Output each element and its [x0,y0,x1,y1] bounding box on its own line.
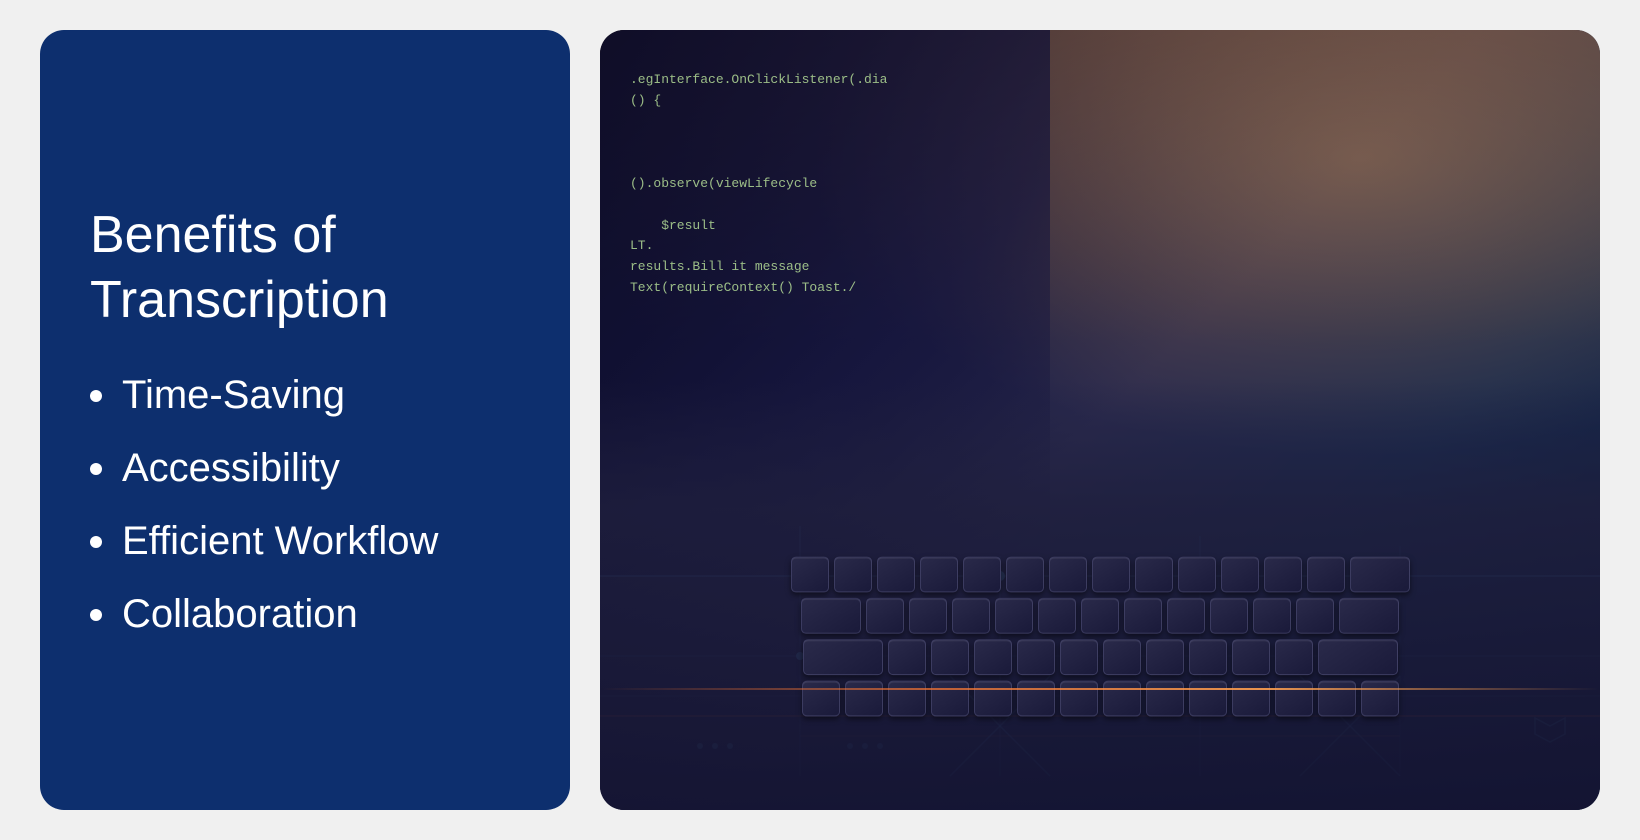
key [1361,681,1399,717]
key [1060,681,1098,717]
main-title: Benefits of Transcription [90,203,520,333]
key [974,639,1012,675]
key [1221,557,1259,593]
key [1135,557,1173,593]
key [1318,681,1356,717]
title-line-1: Benefits of [90,206,336,264]
benefit-label-1: Time-Saving [122,373,345,418]
key [1264,557,1302,593]
key [877,557,915,593]
key [1017,681,1055,717]
key [1124,598,1162,634]
list-item-time-saving: Time-Saving [90,373,520,418]
key [1103,639,1141,675]
benefit-label-2: Accessibility [122,446,340,491]
key [974,681,1012,717]
key [1103,681,1141,717]
key [1081,598,1119,634]
key [845,681,883,717]
key [1350,557,1410,593]
key [909,598,947,634]
key [920,557,958,593]
key [1275,681,1313,717]
key [931,681,969,717]
key-row-2 [680,598,1520,634]
benefit-label-4: Collaboration [122,592,358,637]
key [1339,598,1399,634]
key [1146,639,1184,675]
key-row-3 [680,639,1520,675]
key [1253,598,1291,634]
list-item-accessibility: Accessibility [90,446,520,491]
key [1178,557,1216,593]
key [803,639,883,675]
key [1189,639,1227,675]
bullet-dot-4 [90,609,102,621]
key-row-1 [680,557,1520,593]
key [1232,639,1270,675]
key [1318,639,1398,675]
key [1060,639,1098,675]
key [1189,681,1227,717]
benefit-label-3: Efficient Workflow [122,519,438,564]
key [931,639,969,675]
key [888,681,926,717]
left-panel: Benefits of Transcription Time-Saving Ac… [40,30,570,810]
bullet-dot-1 [90,390,102,402]
key [802,681,840,717]
key [1232,681,1270,717]
key [888,639,926,675]
keyboard-grid [680,557,1520,764]
key [791,557,829,593]
key-row-4 [680,681,1520,717]
key [1167,598,1205,634]
orange-accent-line [600,688,1600,690]
key [1307,557,1345,593]
key [1275,639,1313,675]
key [1038,598,1076,634]
tech-background: .egInterface.OnClickListener(.dia () { (… [600,30,1600,810]
key [952,598,990,634]
key [1296,598,1334,634]
key [834,557,872,593]
key [995,598,1033,634]
main-container: Benefits of Transcription Time-Saving Ac… [40,30,1600,810]
key [963,557,1001,593]
key [1049,557,1087,593]
bullet-dot-3 [90,536,102,548]
right-panel: .egInterface.OnClickListener(.dia () { (… [600,30,1600,810]
benefits-list: Time-Saving Accessibility Efficient Work… [90,373,520,637]
key [1092,557,1130,593]
title-line-2: Transcription [90,271,389,329]
code-text: .egInterface.OnClickListener(.dia () { (… [630,70,887,299]
key [866,598,904,634]
key [801,598,861,634]
key [1146,681,1184,717]
key [1210,598,1248,634]
list-item-collaboration: Collaboration [90,592,520,637]
key [1006,557,1044,593]
bullet-dot-2 [90,463,102,475]
list-item-efficient-workflow: Efficient Workflow [90,519,520,564]
key [1017,639,1055,675]
